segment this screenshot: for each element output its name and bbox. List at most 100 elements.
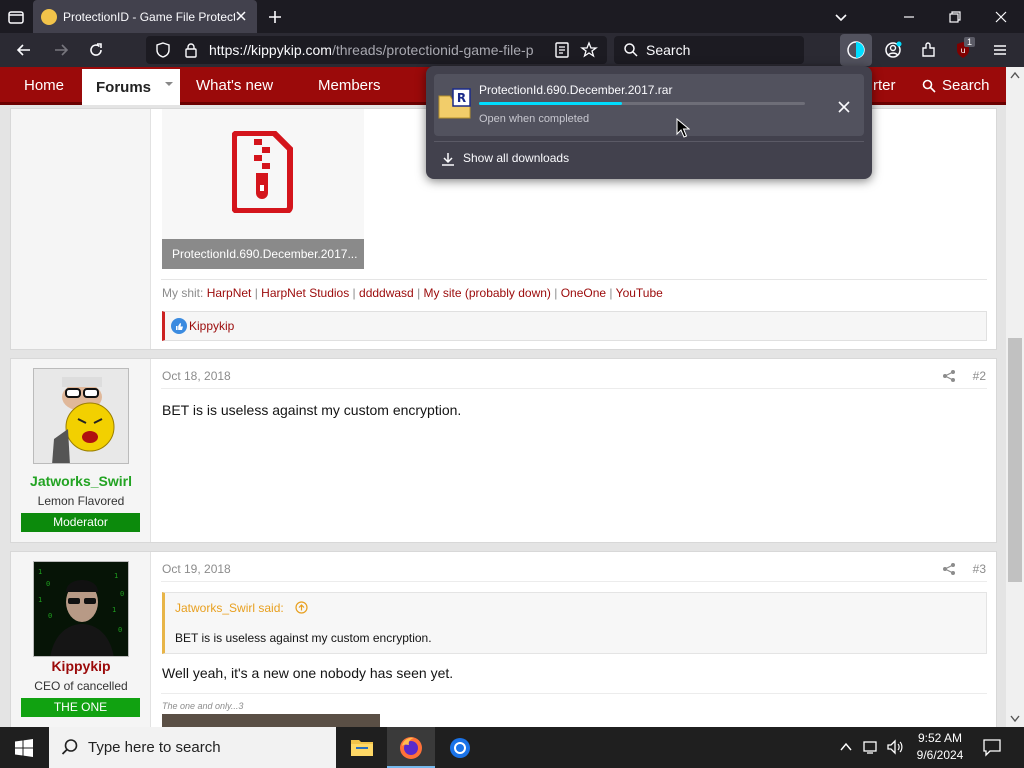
tab-protectionid[interactable]: ProtectionID - Game File Protection [33,0,257,33]
post-2-user-column: Jatworks_Swirl Lemon Flavored Moderator [11,359,151,542]
username[interactable]: Kippykip [11,658,151,674]
attachment-name[interactable]: ProtectionId.690.December.2017... [162,239,364,269]
show-hidden-icons-icon[interactable] [840,742,852,752]
user-badge: Moderator [21,513,140,532]
browser-taskbar-icon[interactable] [436,727,484,768]
reader-view-icon[interactable] [553,41,571,59]
jump-to-quote-icon[interactable] [295,601,308,614]
post-date[interactable]: Oct 19, 2018 [162,562,231,576]
rar-archive-icon: R [438,88,471,119]
extensions-icon[interactable] [919,40,939,60]
quote-author[interactable]: Jatworks_Swirl said: [175,601,284,615]
svg-text:0: 0 [118,626,122,634]
taskbar-search-box[interactable]: Type here to search [49,727,336,768]
signature-caption: The one and only...3 [162,701,244,711]
post-number[interactable]: #2 [973,369,986,383]
lock-icon[interactable] [182,41,200,59]
tab-title: ProtectionID - Game File Protection [63,9,235,24]
signature: My shit: HarpNet | HarpNet Studios | ddd… [162,286,663,300]
svg-text:R: R [457,91,466,105]
url-text[interactable]: https://kippykip.com/threads/protectioni… [209,42,543,58]
tab-bar: ProtectionID - Game File Protection [0,0,1024,33]
back-icon[interactable] [14,40,34,60]
nav-home[interactable]: Home [24,77,64,94]
cancel-download-icon[interactable] [836,99,852,115]
firefox-taskbar-icon[interactable] [387,727,435,768]
nav-whats-new[interactable]: What's new [196,77,273,94]
download-status: Open when completed [479,113,590,125]
reload-icon[interactable] [86,40,106,60]
reaction-user[interactable]: Kippykip [189,319,234,333]
sig-link-harpnet[interactable]: HarpNet [207,286,252,300]
new-tab-icon[interactable] [265,7,285,27]
close-window-icon[interactable] [991,7,1011,27]
site-favicon [41,8,57,25]
minimize-icon[interactable] [899,7,919,27]
signature-divider [161,693,987,694]
sig-link-ddddwasd[interactable]: ddddwasd [359,286,414,300]
forums-dropdown-icon[interactable] [164,79,174,89]
like-icon [171,318,187,334]
search-bar[interactable]: Search [614,36,804,64]
share-icon[interactable] [942,562,956,576]
forward-icon[interactable] [51,40,71,60]
scroll-up-icon[interactable] [1010,71,1020,79]
nav-members[interactable]: Members [318,77,381,94]
signature-image [162,714,380,727]
page-scrollbar[interactable] [1006,67,1024,727]
notifications-icon[interactable] [982,738,1002,757]
avatar[interactable] [33,368,129,464]
post-message: Well yeah, it's a new one nobody has see… [162,665,454,681]
list-all-tabs-icon[interactable] [831,7,851,27]
username[interactable]: Jatworks_Swirl [11,473,151,489]
site-search-icon[interactable] [922,79,936,93]
post-number[interactable]: #3 [973,562,986,576]
sig-link-harpnet-studios[interactable]: HarpNet Studios [261,286,349,300]
close-tab-icon[interactable] [233,8,249,24]
signature-prefix: My shit: [162,286,204,300]
svg-text:1: 1 [38,568,42,576]
ublock-icon[interactable]: u 1 [953,37,976,60]
bookmark-star-icon[interactable] [580,41,598,59]
system-clock[interactable]: 9:52 AM 9/6/2024 [906,730,974,764]
quote-text: BET is is useless against my custom encr… [175,631,432,645]
download-item[interactable]: R ProtectionId.690.December.2017.rar Ope… [434,74,864,136]
taskbar-search-placeholder: Type here to search [88,739,221,756]
download-progress-bar [479,102,805,105]
start-button[interactable] [0,727,48,768]
menu-icon[interactable] [990,40,1010,60]
reactions-bar: Kippykip [162,311,987,341]
restore-icon[interactable] [945,7,965,27]
account-icon[interactable] [883,40,903,60]
volume-icon[interactable] [886,739,904,755]
sig-link-youtube[interactable]: YouTube [616,286,663,300]
windows-taskbar: Type here to search 9:52 AM 9/6/2024 [0,727,1024,768]
nav-partial-item[interactable]: rter [873,77,896,94]
nav-search[interactable]: Search [942,77,990,94]
share-icon[interactable] [942,369,956,383]
downloads-button[interactable] [840,34,872,66]
svg-text:u: u [960,46,965,55]
svg-text:1: 1 [114,572,118,580]
post-date[interactable]: Oct 18, 2018 [162,369,231,383]
tab-list-icon[interactable] [6,7,26,27]
network-icon[interactable] [862,739,880,755]
scroll-down-icon[interactable] [1010,715,1020,723]
user-title: CEO of cancelled [34,679,128,693]
search-icon [623,42,639,58]
zip-file-icon [232,131,293,213]
show-all-downloads-link[interactable]: Show all downloads [463,151,569,165]
svg-text:0: 0 [46,580,50,588]
sig-link-my-site[interactable]: My site (probably down) [424,286,551,300]
attachment-thumbnail[interactable] [162,109,364,239]
address-bar[interactable]: https://kippykip.com/threads/protectioni… [146,36,607,64]
download-progress-fill [479,102,623,105]
sig-link-oneone[interactable]: OneOne [561,286,606,300]
avatar[interactable]: 10101010 [33,561,129,657]
scrollbar-thumb[interactable] [1008,338,1022,582]
addon-badge: 1 [964,37,976,47]
file-explorer-taskbar-icon[interactable] [338,727,386,768]
shield-icon[interactable] [154,41,172,59]
svg-text:1: 1 [38,596,42,604]
clock-date: 9/6/2024 [916,748,964,762]
